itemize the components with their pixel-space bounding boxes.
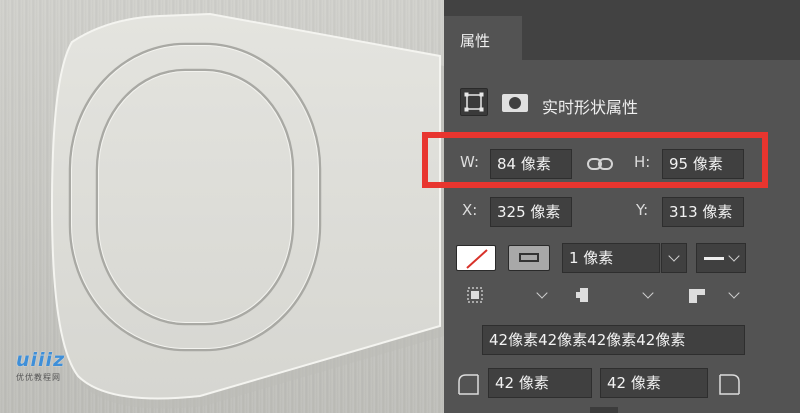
stroke-style-dropdown[interactable] [696,243,746,273]
corner-radii-field[interactable]: 42像素42像素42像素42像素 [482,325,745,355]
y-label: Y: [636,201,649,219]
live-shape-title: 实时形状属性 [542,98,639,117]
chevron-down-icon [668,250,680,262]
corner-top-right-field[interactable]: 42 像素 [600,368,708,398]
stroke-align-icon [467,287,483,303]
tab-strip: 属性 [444,0,800,60]
y-position-field[interactable]: 313 像素 [662,197,744,227]
x-label: X: [462,201,478,219]
no-fill-slash-icon [466,249,488,269]
mask-icon[interactable] [502,94,528,112]
corner-top-left-field[interactable]: 42 像素 [488,368,592,398]
watermark-subtitle: 优优教程网 [16,373,61,382]
stroke-align-dropdown[interactable] [456,282,552,308]
chevron-down-icon [536,287,548,299]
line-join-icon [689,289,705,303]
stroke-swatch[interactable] [508,245,550,271]
chevron-down-icon [728,250,740,262]
stroke-swatch-icon [519,253,539,262]
line-cap-icon [576,288,588,302]
top-right-corner-icon [719,374,740,395]
highlight-annotation-box [422,132,768,188]
stroke-caps-dropdown[interactable] [562,282,658,308]
panel-scroll-handle[interactable] [590,407,618,413]
x-position-field[interactable]: 325 像素 [490,197,572,227]
stroke-width-field[interactable]: 1 像素 [562,243,660,273]
tab-properties[interactable]: 属性 [444,16,522,60]
top-left-corner-icon [458,374,479,395]
watermark-logo: uiiiz [16,349,66,371]
properties-panel: 属性 实时形状属性 W: 84 像素 H: 95 像素 X: 325 像素 Y:… [444,0,800,413]
stroke-corners-dropdown[interactable] [682,282,746,308]
tab-properties-label: 属性 [460,32,491,50]
transform-shape-button[interactable] [460,88,488,116]
bounding-box-icon [464,92,484,112]
line-style-icon [704,257,724,260]
chevron-down-icon [642,287,654,299]
fill-swatch[interactable] [456,245,496,271]
stroke-width-dropdown[interactable] [661,243,687,273]
watermark: uiiiz 优优教程网 [16,350,96,383]
chevron-down-icon [728,287,740,299]
